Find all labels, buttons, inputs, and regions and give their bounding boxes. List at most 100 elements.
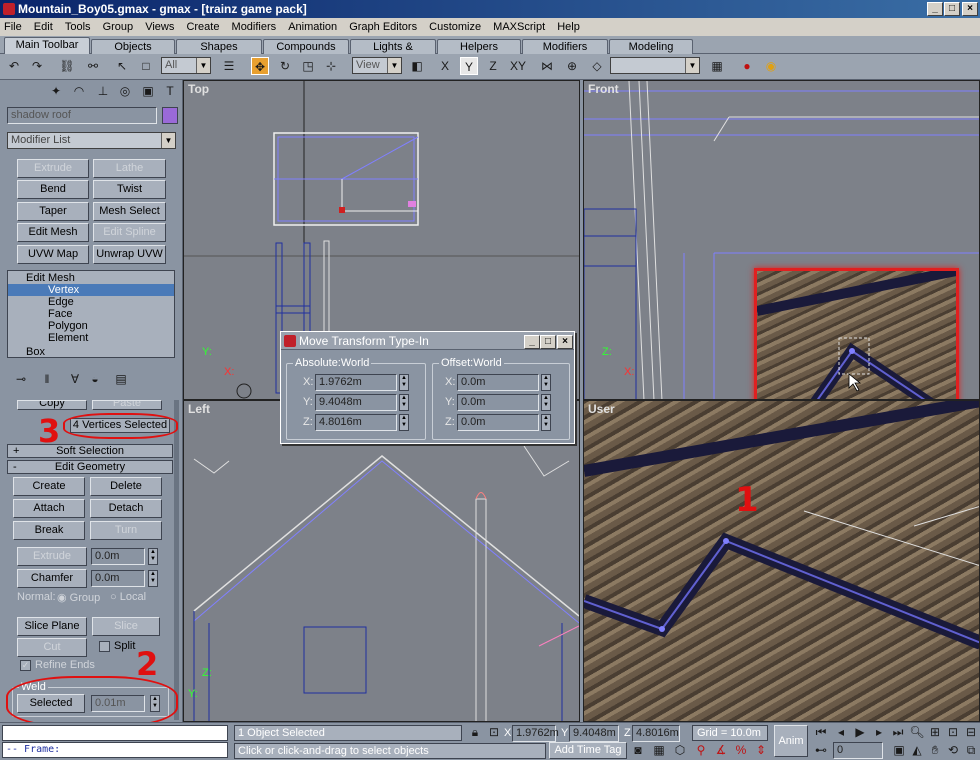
off-z-field[interactable]: 0.0m xyxy=(457,414,539,431)
menu-customize[interactable]: Customize xyxy=(429,21,481,33)
stack-element[interactable]: Element xyxy=(8,332,174,344)
rect-selection-icon[interactable]: □ xyxy=(137,57,155,75)
pan-icon[interactable]: ✋︎ xyxy=(926,741,944,759)
command-panel-scrollbar[interactable] xyxy=(174,400,179,720)
object-color-swatch[interactable] xyxy=(162,107,178,124)
edit-geometry-rollout[interactable]: - Edit Geometry xyxy=(7,460,173,474)
maximize-viewport-icon[interactable]: ⧉ xyxy=(962,741,980,759)
named-sets-icon[interactable]: ▦ xyxy=(708,57,726,75)
add-time-tag-button[interactable]: Add Time Tag xyxy=(549,742,627,759)
split-checkbox[interactable] xyxy=(99,641,110,652)
menu-animation[interactable]: Animation xyxy=(288,21,337,33)
viewport-user[interactable]: User xyxy=(583,400,980,722)
maxscript-listener[interactable] xyxy=(2,725,228,741)
unwrap-uvw-mod-button[interactable]: Unwrap UVW xyxy=(93,245,166,264)
menu-views[interactable]: Views xyxy=(145,21,174,33)
abs-y-spinner[interactable]: ▲ ▼ xyxy=(399,394,409,411)
attach-button[interactable]: Attach xyxy=(13,499,85,518)
zoom-extents-all-icon[interactable]: ⊟ xyxy=(962,723,980,741)
stack-edit-mesh[interactable]: Edit Mesh xyxy=(8,272,174,284)
tab-lights-cameras[interactable]: Lights & Cameras xyxy=(350,39,436,67)
display-panel-icon[interactable]: ▣ xyxy=(139,82,157,100)
tab-shapes[interactable]: Shapes xyxy=(176,39,262,54)
mirror-icon[interactable]: ⋈ xyxy=(538,57,556,75)
abs-y-field[interactable]: 9.4048m xyxy=(315,394,397,411)
twist-mod-button[interactable]: Twist xyxy=(93,180,166,199)
align-icon[interactable]: ⊕ xyxy=(563,57,581,75)
viewport-shade-icon[interactable]: ◙ xyxy=(629,741,647,759)
refine-ends-checkbox[interactable]: ✓ xyxy=(20,660,31,671)
menu-tools[interactable]: Tools xyxy=(65,21,91,33)
delete-button[interactable]: Delete xyxy=(90,477,162,496)
off-z-spinner[interactable]: ▲ ▼ xyxy=(541,414,551,431)
menu-maxscript[interactable]: MAXScript xyxy=(493,21,545,33)
chamfer-spinner[interactable]: ▲ ▼ xyxy=(148,570,158,587)
extrude-spinner[interactable]: ▲ ▼ xyxy=(148,548,158,565)
tab-modeling[interactable]: Modeling xyxy=(609,39,693,54)
show-end-result-icon[interactable]: ‖ xyxy=(38,370,56,388)
cube-view-icon[interactable]: ⬡ xyxy=(671,741,689,759)
remove-modifier-icon[interactable]: ◒ xyxy=(86,370,104,388)
menu-create[interactable]: Create xyxy=(186,21,219,33)
off-y-spinner[interactable]: ▲ ▼ xyxy=(541,394,551,411)
pivot-center-icon[interactable]: ◧ xyxy=(408,57,426,75)
stack-vertex[interactable]: Vertex xyxy=(8,284,174,296)
slice-plane-button[interactable]: Slice Plane xyxy=(17,617,87,636)
viewport-front[interactable]: Front Z: X: xyxy=(583,80,980,400)
abs-x-spinner[interactable]: ▲ ▼ xyxy=(399,374,409,391)
next-frame-icon[interactable]: ▸ xyxy=(870,723,888,741)
off-x-spinner[interactable]: ▲ ▼ xyxy=(541,374,551,391)
modifier-list-dropdown[interactable]: Modifier List xyxy=(7,132,176,149)
chamfer-button[interactable]: Chamfer xyxy=(17,569,87,588)
abs-z-spinner[interactable]: ▲ ▼ xyxy=(399,414,409,431)
restrict-y-icon[interactable]: Y xyxy=(460,57,478,75)
select-by-name-icon[interactable]: ☰ xyxy=(220,57,238,75)
percent-snap-icon[interactable]: % xyxy=(732,741,750,759)
fov-icon[interactable]: ◭ xyxy=(908,741,926,759)
prev-frame-icon[interactable]: ◂ xyxy=(832,723,850,741)
stack-face[interactable]: Face xyxy=(8,308,174,320)
lathe-mod-button[interactable]: Lathe xyxy=(93,159,166,178)
close-button[interactable]: × xyxy=(962,2,978,16)
zoom-extents-icon[interactable]: ⊡ xyxy=(944,723,962,741)
menu-file[interactable]: File xyxy=(4,21,22,33)
redo-icon[interactable]: ↷ xyxy=(28,57,46,75)
material-editor-icon[interactable]: ● xyxy=(738,57,756,75)
off-y-field[interactable]: 0.0m xyxy=(457,394,539,411)
utilities-panel-icon[interactable]: T xyxy=(161,82,179,100)
goto-end-icon[interactable]: ⏭ xyxy=(889,723,907,741)
viewport-top-label[interactable]: Top xyxy=(188,82,209,96)
snap-icon[interactable]: ◇ xyxy=(588,57,606,75)
scale-icon[interactable]: ◳ xyxy=(299,57,317,75)
angle-snap-icon[interactable]: ∡ xyxy=(712,741,730,759)
edit-mesh-mod-button[interactable]: Edit Mesh xyxy=(17,223,89,242)
play-icon[interactable]: ▶ xyxy=(851,723,869,741)
menu-modifiers[interactable]: Modifiers xyxy=(232,21,277,33)
dialog-close-button[interactable]: × xyxy=(557,335,573,349)
break-button[interactable]: Break xyxy=(13,521,85,540)
abs-x-field[interactable]: 1.9762m xyxy=(315,374,397,391)
ref-coord-dropdown[interactable]: View xyxy=(352,57,402,74)
extrude-amount-field[interactable]: 0.0m xyxy=(91,548,145,565)
object-name-field[interactable]: shadow roof xyxy=(7,107,157,124)
status-x-field[interactable]: 1.9762m xyxy=(512,725,559,742)
unlink-icon[interactable]: ⚯ xyxy=(84,57,102,75)
tab-main-toolbar[interactable]: Main Toolbar xyxy=(4,37,90,54)
tab-modifiers[interactable]: Modifiers xyxy=(522,39,608,54)
viewport-user-label[interactable]: User xyxy=(588,402,615,416)
menu-graph-editors[interactable]: Graph Editors xyxy=(349,21,417,33)
turn-button[interactable]: Turn xyxy=(90,521,162,540)
maximize-button[interactable]: □ xyxy=(944,2,960,16)
off-x-field[interactable]: 0.0m xyxy=(457,374,539,391)
zoom-icon[interactable]: 🔍︎ xyxy=(908,723,926,741)
status-y-field[interactable]: 9.4048m xyxy=(569,725,619,742)
spinner-snap-icon[interactable]: ⇕ xyxy=(752,741,770,759)
goto-start-icon[interactable]: ⏮ xyxy=(812,723,830,741)
selection-filter-dropdown[interactable]: All xyxy=(161,57,211,74)
menu-edit[interactable]: Edit xyxy=(34,21,53,33)
stack-edge[interactable]: Edge xyxy=(8,296,174,308)
arc-rotate-icon[interactable]: ⟲ xyxy=(944,741,962,759)
taper-mod-button[interactable]: Taper xyxy=(17,202,89,221)
copy-button[interactable]: Copy xyxy=(17,400,87,410)
modify-panel-icon[interactable]: ◠ xyxy=(70,82,88,100)
